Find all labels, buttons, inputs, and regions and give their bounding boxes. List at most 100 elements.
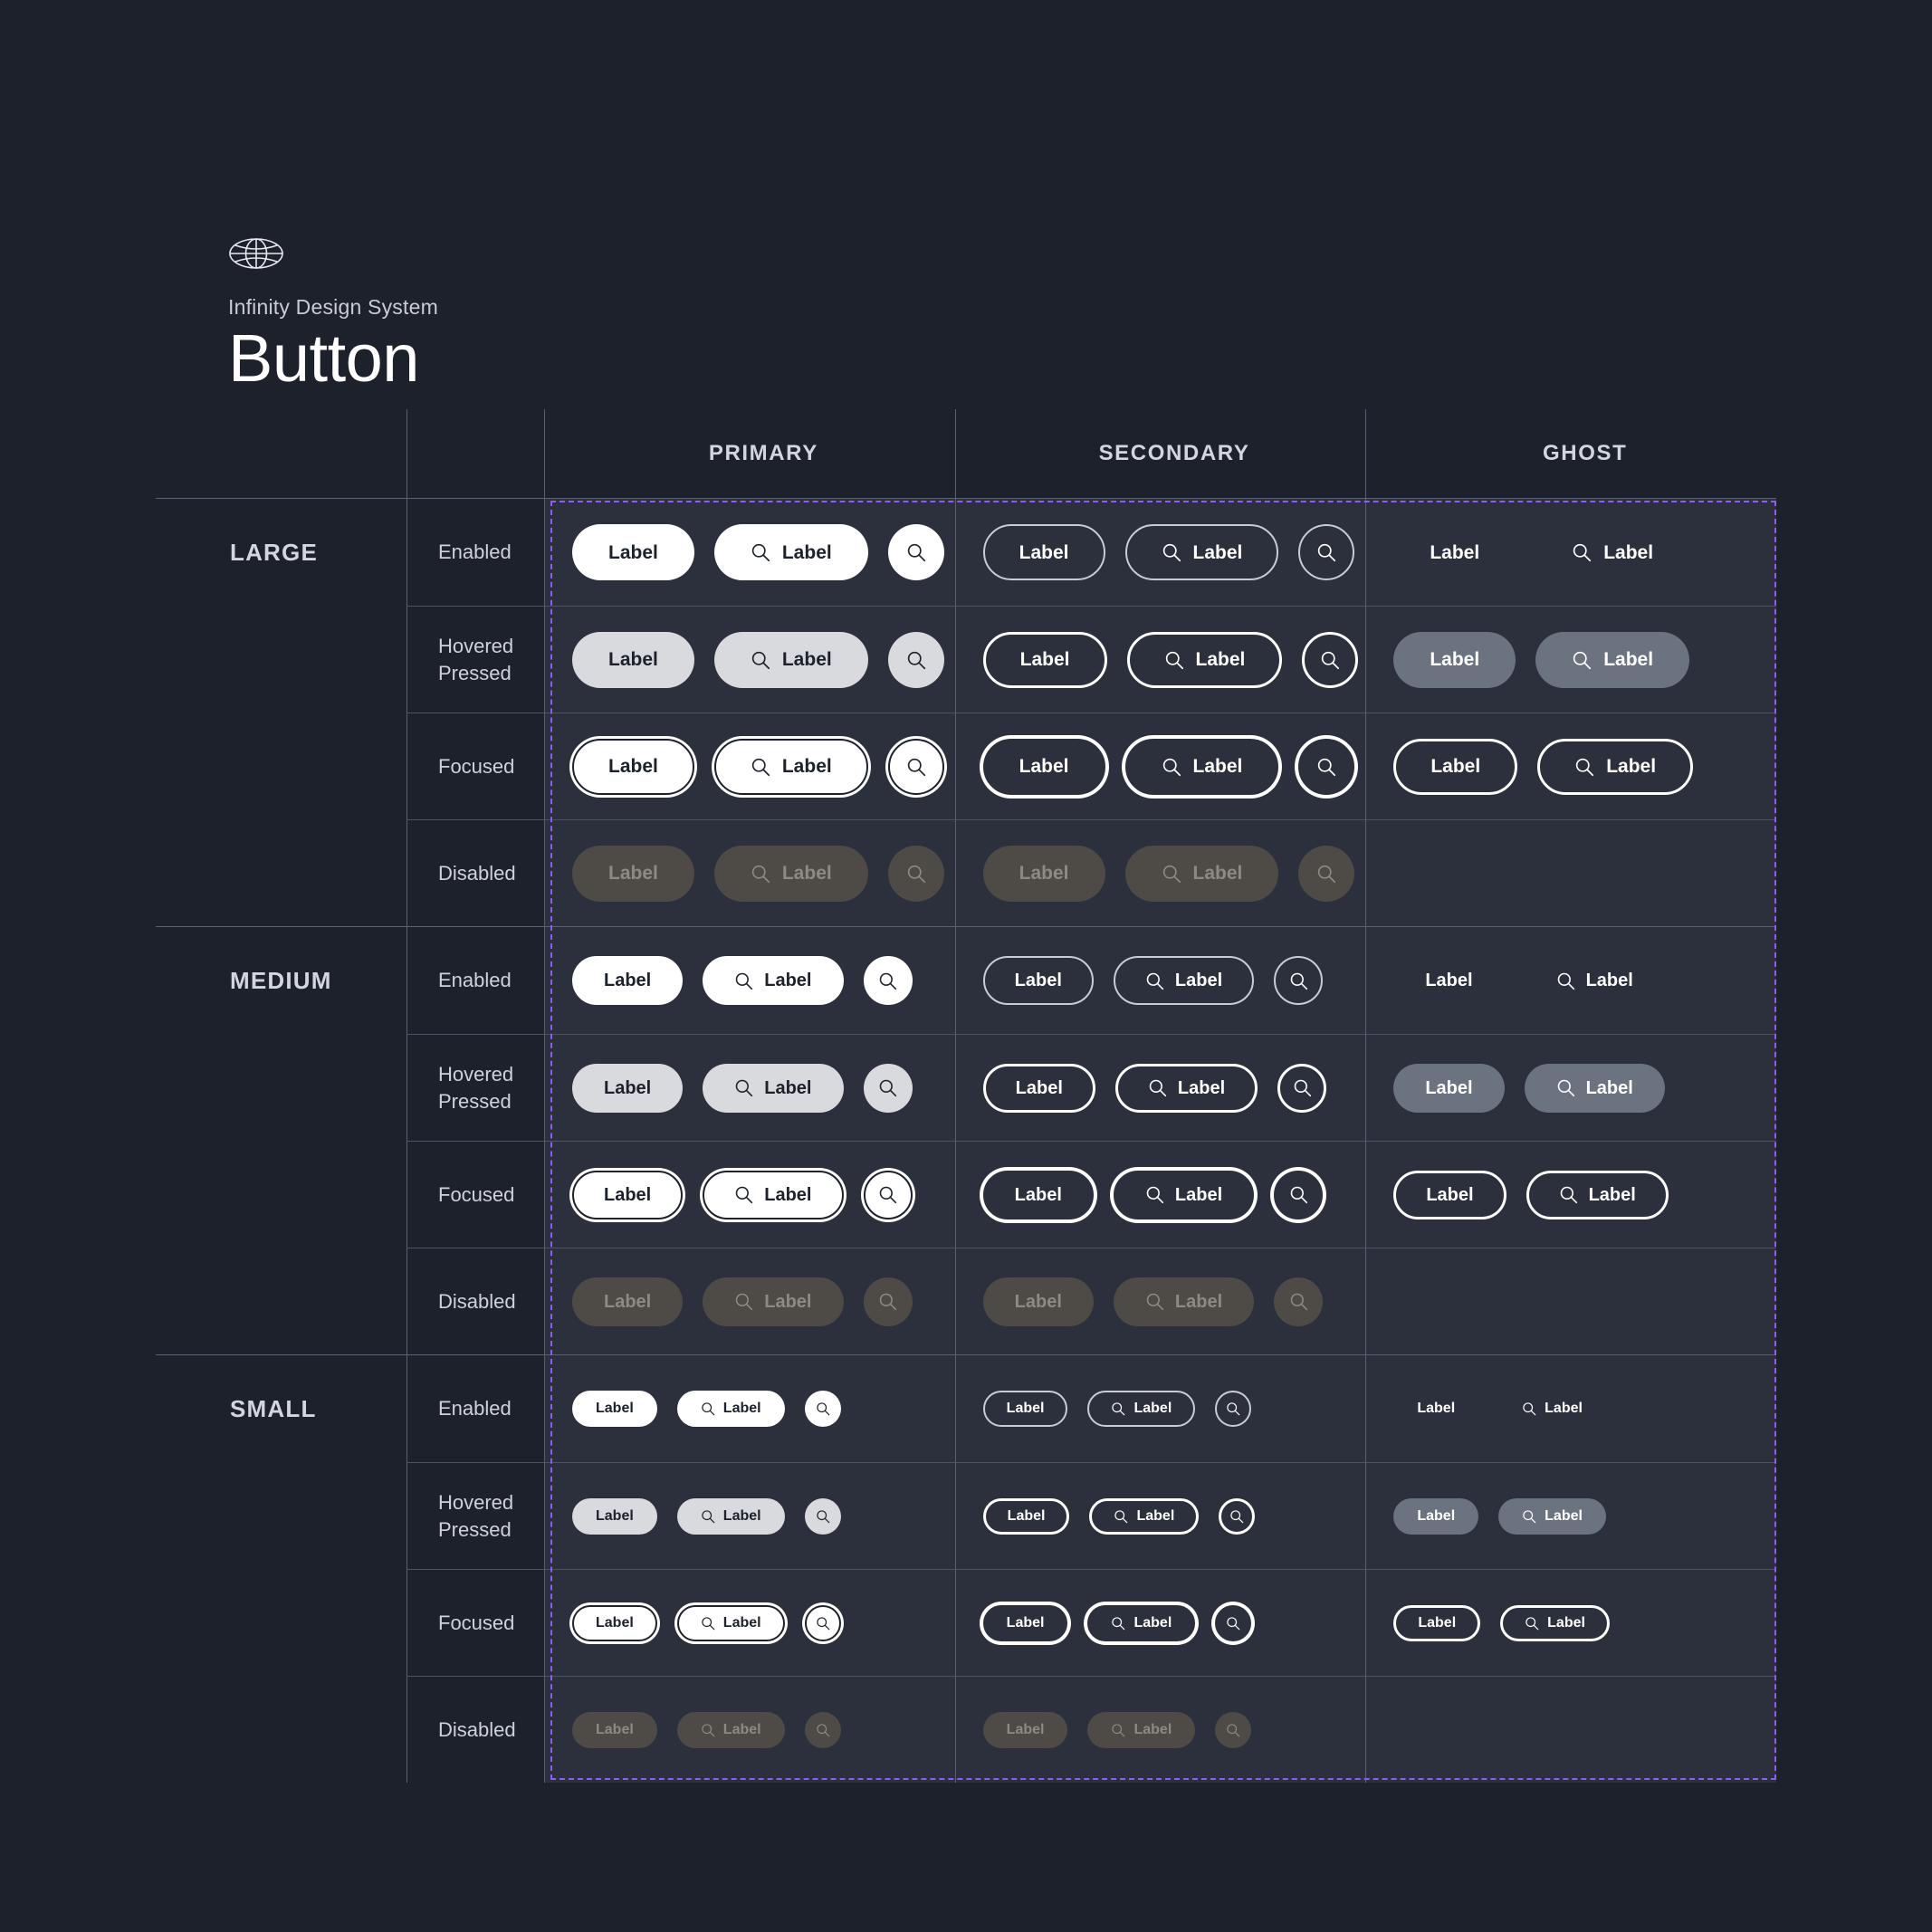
button-ghost-enabled-small-icon-label[interactable]: Label [1498,1391,1606,1427]
button-secondary-focused-medium-icon[interactable] [1274,1170,1324,1219]
button-secondary-focused-small-icon[interactable] [1215,1604,1252,1641]
button-secondary-focused-large-icon[interactable] [1298,738,1355,795]
button-primary-enabled-large-icon-label[interactable]: Label [713,524,868,580]
button-label: Label [1425,1077,1473,1098]
search-icon [1149,1079,1167,1097]
button-secondary-focused-large-icon-label[interactable]: Label [1124,738,1279,795]
button-primary-hovered-small-icon[interactable] [804,1497,841,1535]
button-primary-enabled-small-icon-label[interactable]: Label [676,1391,785,1427]
button-primary-focused-medium-icon-label[interactable]: Label [703,1170,844,1219]
button-ghost-enabled-medium-icon-label[interactable]: Label [1525,956,1665,1005]
button-secondary-focused-medium-label[interactable]: Label [982,1170,1094,1219]
button-secondary-enabled-large-label[interactable]: Label [982,524,1105,580]
button-ghost-hovered-small-label[interactable]: Label [1393,1497,1479,1535]
button-primary-hovered-medium-icon-label[interactable]: Label [703,1063,844,1113]
button-ghost-hovered-large-label[interactable]: Label [1393,631,1516,688]
button-primary-hovered-large-icon-label[interactable]: Label [713,631,868,688]
button-primary-enabled-small-label[interactable]: Label [572,1391,657,1427]
button-ghost-hovered-medium-icon-label[interactable]: Label [1524,1063,1665,1113]
button-primary-enabled-large-label[interactable]: Label [572,524,694,580]
button-primary-enabled-medium-icon-label[interactable]: Label [703,956,844,1005]
button-ghost-focused-medium-label[interactable]: Label [1393,1170,1506,1219]
button-label: Label [1014,1184,1062,1205]
button-ghost-hovered-small-icon-label[interactable]: Label [1498,1497,1606,1535]
button-primary-focused-medium-label[interactable]: Label [572,1170,684,1219]
button-primary-hovered-medium-label[interactable]: Label [572,1063,684,1113]
button-ghost-hovered-large-icon-label[interactable]: Label [1535,631,1690,688]
button-secondary-focused-small-label[interactable]: Label [982,1604,1068,1641]
matrix-row-large-disabled: Disabled Label Label Label Label [156,819,1777,926]
button-secondary-enabled-small-icon-label[interactable]: Label [1087,1391,1196,1427]
size-label-large: LARGE [230,539,318,566]
button-ghost-enabled-small-label[interactable]: Label [1393,1391,1478,1427]
button-ghost-focused-small-icon-label[interactable]: Label [1500,1604,1610,1641]
button-secondary-focused-medium-icon-label[interactable]: Label [1113,1170,1255,1219]
button-ghost-enabled-large-label[interactable]: Label [1393,524,1516,580]
search-icon [1112,1723,1125,1736]
search-icon [1560,1186,1577,1204]
search-icon [1227,1723,1240,1736]
button-secondary-enabled-medium-icon-label[interactable]: Label [1113,956,1255,1005]
button-secondary-enabled-small-icon[interactable] [1215,1391,1252,1427]
button-ghost-enabled-medium-label[interactable]: Label [1393,956,1504,1005]
button-secondary-hovered-small-icon[interactable] [1219,1497,1256,1535]
size-band-small: SMALL Enabled Label Label Label Label Labe… [156,1354,1777,1783]
state-label: Hovered Pressed [438,635,514,684]
button-primary-focused-large-icon[interactable] [887,738,944,795]
state-cell-enabled: Enabled [406,499,544,606]
button-primary-hovered-large-label[interactable]: Label [572,631,694,688]
cell-secondary-medium-disabled: Label Label [954,1248,1366,1354]
button-primary-focused-large-icon-label[interactable]: Label [713,738,868,795]
cell-primary-large-focused: Label Label [544,713,955,819]
button-secondary-focused-small-icon-label[interactable]: Label [1087,1604,1196,1641]
button-primary-focused-small-icon-label[interactable]: Label [676,1604,785,1641]
state-cell-disabled: Disabled [406,1676,544,1783]
button-primary-enabled-medium-label[interactable]: Label [572,956,684,1005]
cell-secondary-large-enabled: Label Label [954,499,1366,606]
button-primary-focused-medium-icon[interactable] [863,1170,913,1219]
button-secondary-hovered-large-label[interactable]: Label [982,631,1107,688]
search-icon [702,1723,715,1736]
button-primary-hovered-medium-icon[interactable] [863,1063,913,1113]
state-cell-focused: Focused [406,713,544,819]
cell-primary-large-hovered: Label Label [544,606,955,713]
cell-primary-small-hovered: Label Label [544,1462,955,1569]
button-primary-enabled-small-icon[interactable] [804,1391,841,1427]
button-secondary-enabled-small-label[interactable]: Label [982,1391,1068,1427]
button-secondary-enabled-medium-icon[interactable] [1274,956,1324,1005]
button-primary-enabled-large-icon[interactable] [887,524,944,580]
button-primary-focused-small-icon[interactable] [804,1604,841,1641]
button-ghost-focused-large-icon-label[interactable]: Label [1537,738,1694,795]
button-ghost-focused-small-label[interactable]: Label [1393,1604,1481,1641]
button-secondary-hovered-medium-icon-label[interactable]: Label [1114,1063,1258,1113]
button-ghost-enabled-large-icon-label[interactable]: Label [1535,524,1689,580]
button-secondary-hovered-large-icon[interactable] [1302,631,1359,688]
button-ghost-hovered-medium-label[interactable]: Label [1393,1063,1505,1113]
button-secondary-hovered-small-icon-label[interactable]: Label [1089,1497,1200,1535]
search-icon [816,1723,829,1736]
button-primary-enabled-medium-icon[interactable] [863,956,913,1005]
button-label: Label [1585,971,1633,990]
button-primary-hovered-small-label[interactable]: Label [572,1497,657,1535]
search-icon [1523,1402,1536,1416]
button-primary-focused-small-label[interactable]: Label [572,1604,657,1641]
button-primary-focused-large-label[interactable]: Label [572,738,694,795]
button-secondary-hovered-medium-label[interactable]: Label [982,1063,1095,1113]
button-secondary-enabled-large-icon[interactable] [1298,524,1355,580]
column-header-label: PRIMARY [708,441,818,465]
button-secondary-focused-large-label[interactable]: Label [982,738,1105,795]
button-ghost-focused-large-label[interactable]: Label [1393,738,1518,795]
button-secondary-hovered-medium-icon[interactable] [1277,1063,1327,1113]
button-secondary-disabled-large-label: Label [982,845,1105,902]
button-primary-hovered-small-icon-label[interactable]: Label [676,1497,785,1535]
button-primary-hovered-large-icon[interactable] [887,631,944,688]
button-secondary-hovered-small-label[interactable]: Label [982,1497,1070,1535]
button-ghost-focused-medium-icon-label[interactable]: Label [1526,1170,1669,1219]
button-label: Label [604,1291,652,1312]
button-label: Label [608,649,658,670]
button-secondary-hovered-large-icon-label[interactable]: Label [1126,631,1283,688]
button-secondary-enabled-large-icon-label[interactable]: Label [1124,524,1279,580]
button-secondary-enabled-medium-label[interactable]: Label [982,956,1094,1005]
search-icon [1146,1293,1164,1311]
button-primary-disabled-small-icon-label: Label [676,1711,785,1748]
